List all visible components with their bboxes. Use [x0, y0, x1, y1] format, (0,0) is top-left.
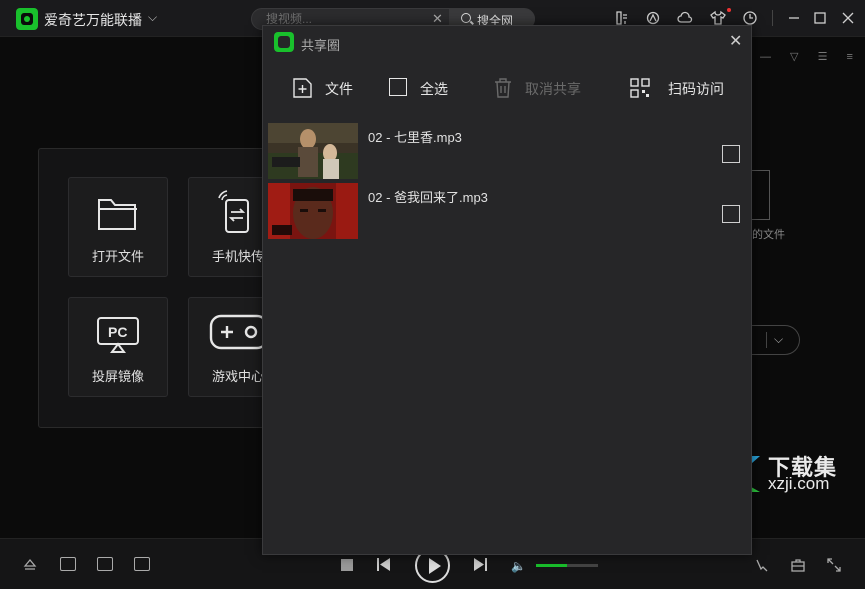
- tile-label: 投屏镜像: [91, 369, 144, 384]
- album-thumbnail: [268, 123, 358, 179]
- folder-icon: [98, 199, 137, 230]
- gamepad-icon: [209, 314, 269, 350]
- cancel-share-button[interactable]: 取消共享: [493, 76, 593, 100]
- svg-text:PC: PC: [108, 324, 127, 340]
- next-icon[interactable]: [473, 558, 487, 571]
- open-file-tile[interactable]: 打开文件: [68, 177, 168, 277]
- pill-divider: [766, 332, 767, 348]
- dialog-close-icon[interactable]: ✕: [729, 31, 742, 51]
- tile-label: 打开文件: [91, 249, 144, 264]
- tools-icon[interactable]: [754, 557, 770, 573]
- share-icon[interactable]: [645, 10, 661, 26]
- file-name: 02 - 七里香.mp3: [368, 130, 462, 145]
- select-all-label: 全选: [420, 81, 448, 97]
- select-all-checkbox[interactable]: [389, 78, 407, 96]
- screen-cast-tile[interactable]: PC 投屏镜像: [68, 297, 168, 397]
- scan-access-label: 扫码访问: [668, 81, 724, 97]
- eject-icon[interactable]: [22, 557, 38, 573]
- chevron-down-icon[interactable]: ⌵: [774, 332, 783, 347]
- share-circle-dialog: 共享圈 ✕ 文件 全选 取消共享 扫码访问 02 - 七里香.mp3 02 - …: [262, 25, 752, 555]
- pc-cast-small-icon[interactable]: [134, 557, 150, 571]
- stop-icon[interactable]: [341, 559, 353, 571]
- right-hint-text: 的文件: [752, 229, 785, 241]
- previous-icon[interactable]: [377, 558, 391, 571]
- add-file-label: 文件: [325, 81, 353, 97]
- list-item[interactable]: 02 - 七里香.mp3: [263, 123, 753, 181]
- list-view-icons[interactable]: — ▽ ☰ ≡: [760, 50, 861, 63]
- skin-icon[interactable]: [710, 10, 726, 26]
- album-thumbnail: [268, 183, 358, 239]
- trash-icon: [495, 78, 511, 98]
- list-item[interactable]: 02 - 爸我回来了.mp3: [263, 183, 753, 241]
- volume-icon[interactable]: 🔈: [511, 559, 526, 573]
- search-input[interactable]: [266, 12, 426, 26]
- app-logo-icon: [16, 8, 38, 30]
- minimize-icon[interactable]: [786, 10, 802, 26]
- subtitle-icon[interactable]: [60, 557, 76, 571]
- home-panel: 打开文件 手机快传 PC 投屏镜像 游戏中心: [38, 148, 288, 428]
- file-name: 02 - 爸我回来了.mp3: [368, 190, 488, 205]
- share-circle-logo-icon: [274, 32, 294, 52]
- file-checkbox[interactable]: [722, 205, 740, 223]
- close-icon[interactable]: [840, 10, 856, 26]
- volume-fill: [536, 564, 567, 567]
- fullscreen-icon[interactable]: [826, 557, 842, 573]
- app-title[interactable]: 爱奇艺万能联播: [44, 10, 142, 30]
- chevron-down-icon[interactable]: ⌵: [148, 10, 157, 25]
- cancel-share-label: 取消共享: [525, 81, 581, 97]
- maximize-icon[interactable]: [812, 10, 828, 26]
- notification-dot: [727, 8, 731, 12]
- pc-cast-icon: PC: [97, 317, 139, 353]
- history-icon[interactable]: [742, 10, 758, 26]
- dialog-title: 共享圈: [301, 38, 341, 53]
- download-icon[interactable]: [614, 10, 630, 26]
- file-checkbox[interactable]: [722, 145, 740, 163]
- select-all-button[interactable]: 全选: [389, 76, 459, 100]
- volume-slider[interactable]: [536, 564, 598, 567]
- phone-transfer-icon: [218, 190, 249, 233]
- watermark-url: xzji.com: [768, 474, 830, 493]
- screenshot-icon[interactable]: [97, 557, 113, 571]
- titlebar-divider: [772, 10, 773, 26]
- cloud-icon[interactable]: [677, 10, 693, 26]
- toolbox-icon[interactable]: [790, 557, 806, 573]
- search-icon: [461, 13, 471, 23]
- qr-code-icon: [630, 78, 650, 98]
- scan-access-button[interactable]: 扫码访问: [630, 76, 730, 100]
- add-file-button[interactable]: 文件: [292, 76, 362, 100]
- add-file-icon: [293, 78, 312, 98]
